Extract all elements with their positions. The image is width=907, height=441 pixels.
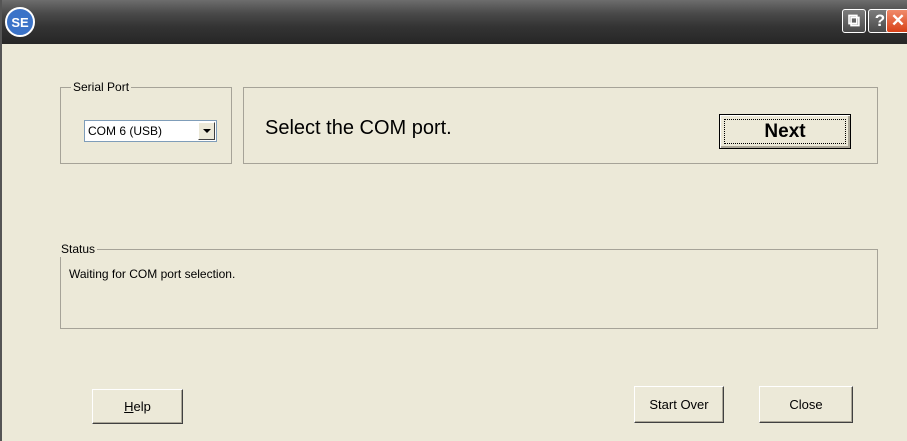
close-window-button[interactable]: ✕ — [886, 9, 907, 33]
serial-port-group-label: Serial Port — [71, 79, 132, 95]
com-port-selected-value: COM 6 (USB) — [88, 124, 163, 138]
next-button[interactable]: Next — [719, 114, 851, 149]
start-over-label: Start Over — [649, 397, 709, 412]
close-button[interactable]: Close — [759, 386, 853, 423]
help-label-rest: elp — [133, 399, 151, 414]
app-logo-icon: SE — [5, 7, 35, 37]
chevron-down-icon[interactable] — [198, 122, 215, 140]
svg-text:SE: SE — [11, 15, 29, 30]
status-group-label: Status — [59, 241, 98, 257]
restore-icon: ⧉ — [847, 11, 861, 30]
instruction-text: Select the COM port. — [265, 117, 452, 139]
next-button-label: Next — [764, 121, 806, 142]
help-button[interactable]: Help — [92, 389, 183, 424]
question-icon: ? — [874, 11, 886, 30]
close-button-label: Close — [789, 397, 823, 412]
status-message: Waiting for COM port selection. — [69, 267, 236, 281]
dialog-window: SE ⧉ ? ✕ Serial Port COM 6 (USB) Select … — [0, 0, 907, 441]
title-bar[interactable]: SE ⧉ ? ✕ — [2, 0, 907, 44]
status-group: Status — [59, 241, 878, 329]
restore-button[interactable]: ⧉ — [842, 9, 866, 33]
help-mnemonic: H — [124, 399, 134, 414]
start-over-button[interactable]: Start Over — [634, 386, 724, 423]
close-icon: ✕ — [890, 11, 906, 30]
com-port-dropdown[interactable]: COM 6 (USB) — [84, 120, 217, 142]
